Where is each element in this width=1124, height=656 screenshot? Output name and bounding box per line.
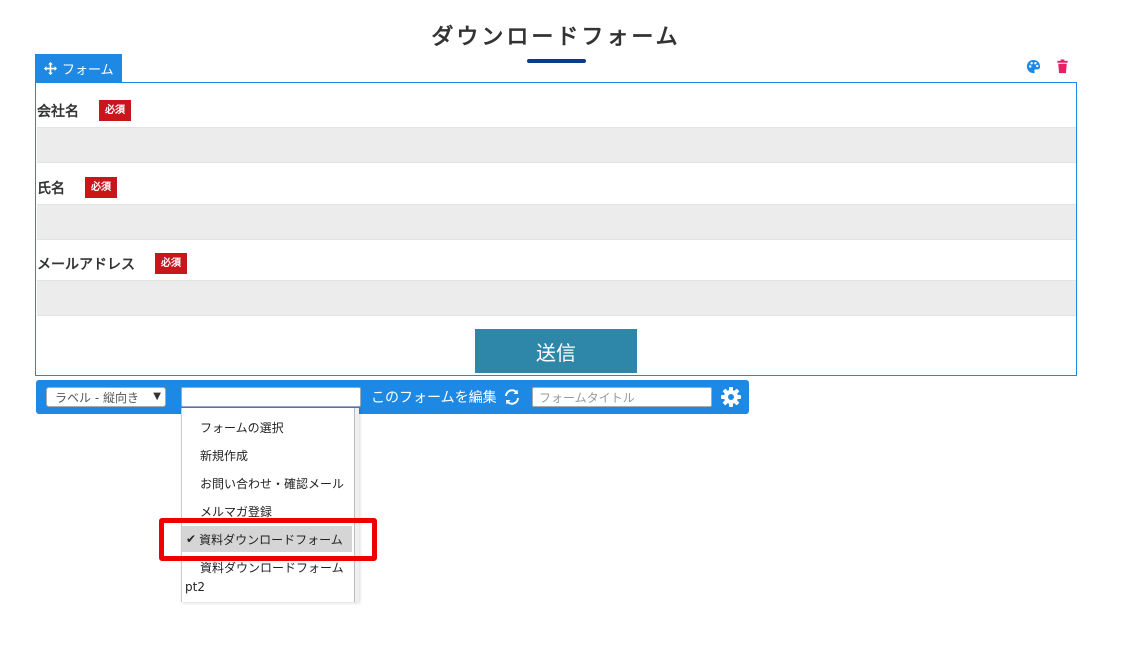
title-underline — [527, 59, 586, 63]
option-label: メルマガ登録 — [200, 504, 273, 519]
option-label: 新規作成 — [200, 448, 249, 463]
option-label: 資料ダウンロードフォーム — [200, 561, 344, 575]
label-layout-value: ラベル - 縦向き — [55, 390, 139, 405]
form-select-dropdown: フォームの選択 新規作成 お問い合わせ・確認メール メルマガ登録 ✔ 資料ダウン… — [181, 408, 359, 602]
refresh-icon[interactable] — [503, 389, 521, 405]
email-input[interactable] — [37, 280, 1076, 316]
trash-icon[interactable] — [1055, 59, 1070, 74]
submit-button[interactable]: 送信 — [475, 329, 637, 373]
name-label-text: 氏名 — [37, 180, 65, 197]
option-label-continuation: pt2 — [185, 580, 205, 594]
dropdown-option[interactable]: 資料ダウンロードフォーム pt2 — [182, 559, 352, 594]
label-layout-select[interactable]: ラベル - 縦向き ▼ — [46, 387, 166, 407]
palette-icon[interactable] — [1026, 59, 1041, 74]
gear-icon[interactable] — [721, 387, 741, 407]
dropdown-option[interactable]: フォームの選択 — [182, 414, 352, 440]
form-title-input[interactable]: フォームタイトル — [532, 387, 712, 407]
company-input[interactable] — [37, 127, 1076, 163]
chevron-down-icon: ▼ — [153, 391, 161, 402]
field-label-email: メールアドレス 必須 — [37, 253, 187, 274]
form-toolbar: ラベル - 縦向き ▼ このフォームを編集 フォームタイトル — [36, 380, 749, 414]
dropdown-scrollbar[interactable] — [354, 408, 359, 602]
form-title-placeholder: フォームタイトル — [539, 390, 635, 405]
form-container: 会社名 必須 氏名 必須 メールアドレス 必須 送信 — [35, 82, 1077, 376]
form-tab-label: フォーム — [62, 62, 114, 78]
email-label-text: メールアドレス — [37, 256, 135, 273]
form-select-input[interactable] — [181, 387, 361, 407]
field-label-company: 会社名 必須 — [37, 100, 131, 121]
name-input[interactable] — [37, 204, 1076, 240]
field-label-name: 氏名 必須 — [37, 177, 117, 198]
dropdown-option[interactable]: 新規作成 — [182, 442, 352, 468]
required-badge: 必須 — [155, 253, 187, 274]
highlight-annotation — [159, 518, 377, 561]
edit-form-label: このフォームを編集 — [371, 390, 497, 406]
dropdown-option[interactable]: お問い合わせ・確認メール — [182, 470, 352, 496]
company-label-text: 会社名 — [37, 103, 79, 120]
option-label: フォームの選択 — [200, 420, 284, 435]
edit-form-link[interactable]: このフォームを編集 — [371, 387, 521, 407]
form-drag-tab[interactable]: フォーム — [35, 54, 122, 82]
move-icon — [44, 61, 57, 75]
page-title: ダウンロードフォーム — [431, 25, 681, 50]
required-badge: 必須 — [99, 100, 131, 121]
option-label: お問い合わせ・確認メール — [200, 476, 345, 491]
required-badge: 必須 — [85, 177, 117, 198]
